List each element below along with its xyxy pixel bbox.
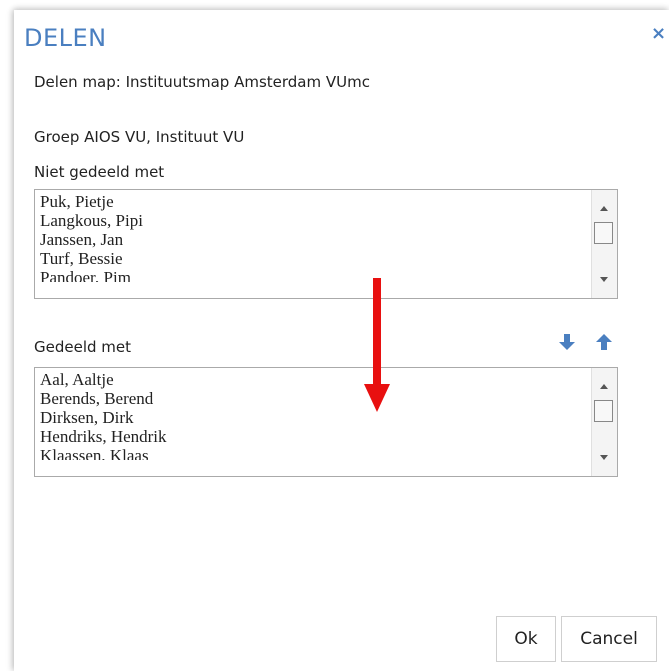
scroll-down-icon[interactable] xyxy=(600,455,608,460)
list-item[interactable]: Berends, Berend xyxy=(40,389,167,408)
scroll-up-icon[interactable] xyxy=(600,384,608,389)
share-dialog: DELEN × Delen map: Instituutsmap Amsterd… xyxy=(14,10,669,671)
not-shared-label: Niet gedeeld met xyxy=(34,163,165,181)
scroll-down-icon[interactable] xyxy=(600,277,608,282)
scrollbar[interactable] xyxy=(591,190,617,298)
list-item[interactable]: Dirksen, Dirk xyxy=(40,408,167,427)
ok-button[interactable]: Ok xyxy=(496,616,556,662)
move-up-button[interactable] xyxy=(596,333,612,355)
list-item[interactable]: Hendriks, Hendrik xyxy=(40,427,167,446)
list-item[interactable]: Klaassen, Klaas xyxy=(40,446,167,460)
arrow-up-icon xyxy=(596,334,612,350)
list-item[interactable]: Turf, Bessie xyxy=(40,249,143,268)
scroll-thumb[interactable] xyxy=(594,222,613,244)
shared-listbox[interactable]: Aal, Aaltje Berends, Berend Dirksen, Dir… xyxy=(34,367,618,477)
scrollbar[interactable] xyxy=(591,368,617,476)
list-item[interactable]: Pandoer, Pim xyxy=(40,268,143,282)
not-shared-listbox[interactable]: Puk, Pietje Langkous, Pipi Janssen, Jan … xyxy=(34,189,618,299)
close-icon[interactable]: × xyxy=(651,24,666,44)
scroll-up-icon[interactable] xyxy=(600,206,608,211)
group-label: Groep AIOS VU, Instituut VU xyxy=(34,128,245,146)
share-folder-label: Delen map: Instituutsmap Amsterdam VUmc xyxy=(34,73,370,91)
list-item[interactable]: Aal, Aaltje xyxy=(40,370,167,389)
dialog-title: DELEN xyxy=(24,24,107,52)
shared-label: Gedeeld met xyxy=(34,338,132,356)
scroll-thumb[interactable] xyxy=(594,400,613,422)
list-item[interactable]: Janssen, Jan xyxy=(40,230,143,249)
list-item[interactable]: Puk, Pietje xyxy=(40,192,143,211)
arrow-down-icon xyxy=(559,334,575,350)
cancel-button[interactable]: Cancel xyxy=(561,616,657,662)
move-down-button[interactable] xyxy=(559,333,575,355)
annotation-arrow-icon xyxy=(364,278,390,412)
list-item[interactable]: Langkous, Pipi xyxy=(40,211,143,230)
